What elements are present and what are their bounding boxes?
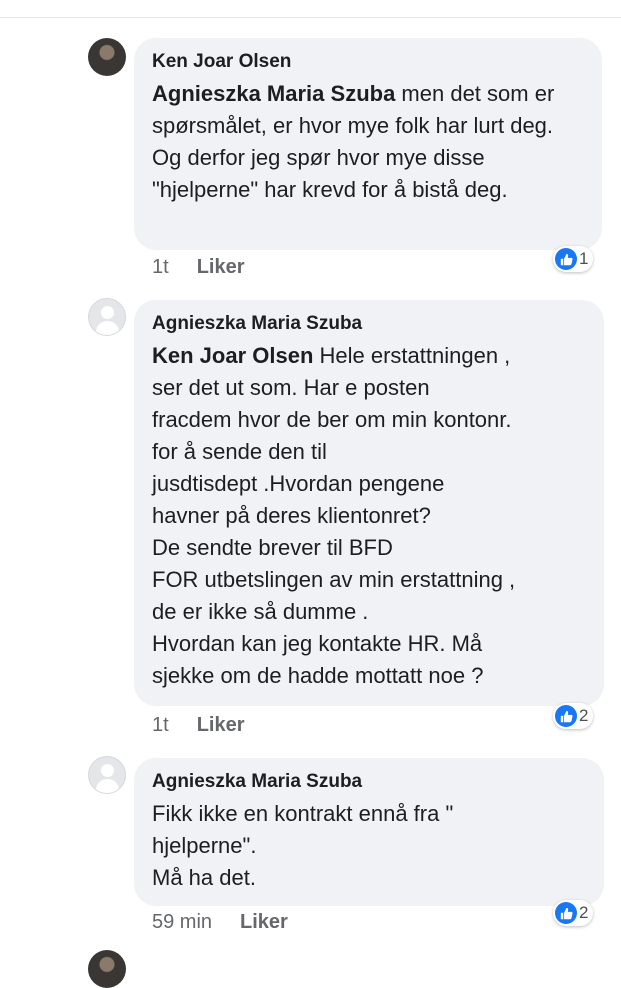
default-avatar-icon[interactable] <box>88 756 126 794</box>
reaction-badge[interactable]: 2 <box>553 900 594 926</box>
reaction-badge[interactable]: 1 <box>553 246 594 272</box>
comment-bubble: Ken Joar Olsen Agnieszka Maria Szuba men… <box>134 38 602 250</box>
reaction-count: 2 <box>579 706 589 725</box>
comment-author[interactable]: Ken Joar Olsen <box>152 50 584 74</box>
divider <box>0 17 621 18</box>
comment-meta: 1t Liker <box>152 256 245 279</box>
comment-author[interactable]: Agnieszka Maria Szuba <box>152 770 586 794</box>
thumbs-up-icon <box>555 705 577 727</box>
comment-time[interactable]: 59 min <box>152 911 212 933</box>
like-button[interactable]: Liker <box>197 714 245 736</box>
avatar[interactable] <box>88 950 126 988</box>
comment-author[interactable]: Agnieszka Maria Szuba <box>152 312 586 336</box>
like-button[interactable]: Liker <box>240 911 288 933</box>
comment-meta: 59 min Liker <box>152 911 288 934</box>
comment-time[interactable]: 1t <box>152 714 169 736</box>
comment-body: Hele erstattningen , ser det ut som. Har… <box>152 343 516 688</box>
comment-text: Fikk ikke en kontrakt ennå fra " hjelper… <box>152 801 454 890</box>
comment-text: Ken Joar Olsen Hele erstattningen , ser … <box>152 340 586 692</box>
comment-meta: 1t Liker <box>152 714 245 737</box>
thumbs-up-icon <box>555 248 577 270</box>
like-button[interactable]: Liker <box>197 256 245 278</box>
thumbs-up-icon <box>555 902 577 924</box>
comment-text: Agnieszka Maria Szuba men det som er spø… <box>152 78 584 206</box>
comment-bubble: Agnieszka Maria Szuba Fikk ikke en kontr… <box>134 758 604 906</box>
mention-link[interactable]: Ken Joar Olsen <box>152 343 313 368</box>
avatar[interactable] <box>88 38 126 76</box>
reaction-badge[interactable]: 2 <box>553 703 594 729</box>
reaction-count: 2 <box>579 903 589 922</box>
mention-link[interactable]: Agnieszka Maria Szuba <box>152 81 395 106</box>
default-avatar-icon[interactable] <box>88 298 126 336</box>
comment-bubble: Agnieszka Maria Szuba Ken Joar Olsen Hel… <box>134 300 604 706</box>
comment-time[interactable]: 1t <box>152 256 169 278</box>
reaction-count: 1 <box>579 249 589 268</box>
